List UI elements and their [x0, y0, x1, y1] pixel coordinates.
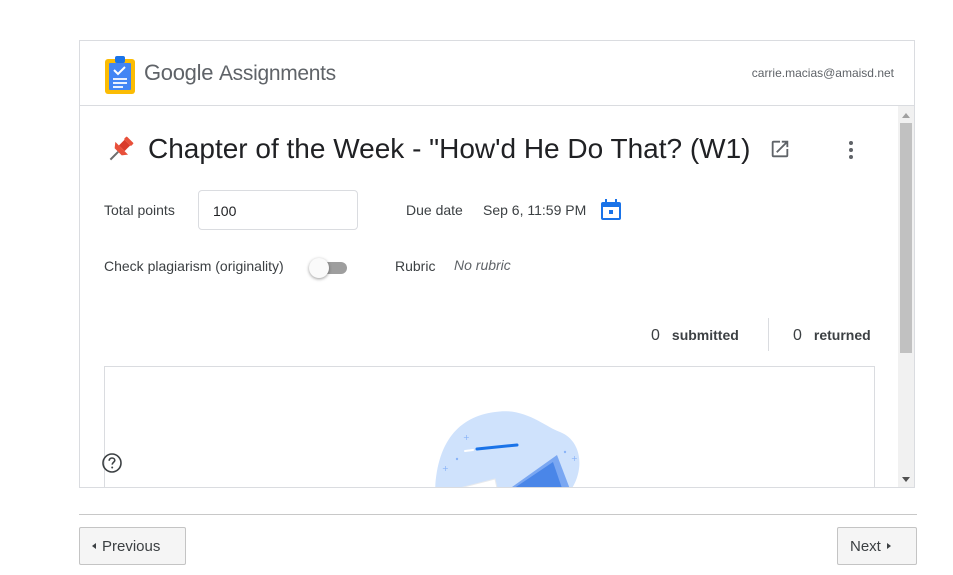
scrollbar-thumb[interactable]	[900, 123, 912, 353]
due-date-value[interactable]: Sep 6, 11:59 PM	[483, 202, 586, 218]
previous-button[interactable]: Previous	[79, 527, 186, 565]
help-icon[interactable]	[101, 452, 123, 474]
total-points-label: Total points	[104, 202, 175, 218]
assignment-title: Chapter of the Week - "How'd He Do That?…	[148, 133, 751, 164]
returned-count: 0	[793, 327, 802, 344]
rubric-value: No rubric	[454, 257, 511, 273]
returned-label: returned	[813, 327, 871, 343]
vertical-scrollbar[interactable]	[898, 106, 914, 487]
total-points-input[interactable]: 100	[198, 190, 358, 230]
submissions-panel: + + + +	[104, 366, 875, 487]
user-email[interactable]: carrie.macias@amaisd.net	[752, 66, 894, 80]
next-button-label: Next	[850, 537, 881, 555]
product-name: Assignments	[218, 62, 336, 85]
svg-text:+: +	[442, 464, 449, 473]
more-vert-icon[interactable]	[846, 140, 856, 160]
caret-left-icon	[92, 543, 96, 549]
scroll-up-arrow-icon[interactable]	[902, 113, 910, 118]
assignment-details: Chapter of the Week - "How'd He Do That?…	[80, 106, 900, 487]
app-logo-text: Google Assignments	[144, 60, 336, 86]
due-date-label: Due date	[406, 202, 463, 218]
title-row: Chapter of the Week - "How'd He Do That?…	[104, 131, 791, 167]
assignments-logo-icon	[105, 56, 135, 94]
returned-stat[interactable]: 0 returned	[793, 327, 871, 345]
calendar-icon[interactable]	[600, 199, 622, 221]
scroll-down-arrow-icon[interactable]	[902, 477, 910, 482]
brand-name: Google	[144, 60, 214, 85]
submitted-label: submitted	[671, 327, 739, 343]
submitted-count: 0	[651, 327, 660, 344]
open-in-new-icon[interactable]	[769, 138, 791, 160]
rubric-label: Rubric	[395, 258, 436, 274]
toggle-knob	[309, 258, 329, 278]
app-header: Google Assignments carrie.macias@amaisd.…	[80, 41, 914, 106]
plagiarism-toggle[interactable]	[309, 258, 349, 278]
assignments-frame: Google Assignments carrie.macias@amaisd.…	[79, 40, 915, 488]
pushpin-icon	[109, 136, 134, 161]
check-plagiarism-label: Check plagiarism (originality)	[104, 258, 284, 274]
submitted-stat[interactable]: 0 submitted	[651, 327, 739, 345]
svg-text:+: +	[463, 433, 470, 442]
caret-right-icon	[886, 543, 891, 549]
previous-button-label: Previous	[102, 537, 161, 555]
empty-state-illustration: + + + +	[435, 411, 580, 487]
footer-divider	[79, 514, 917, 515]
svg-text:+: +	[571, 454, 578, 463]
stat-divider	[768, 318, 769, 351]
next-button[interactable]: Next	[837, 527, 917, 565]
